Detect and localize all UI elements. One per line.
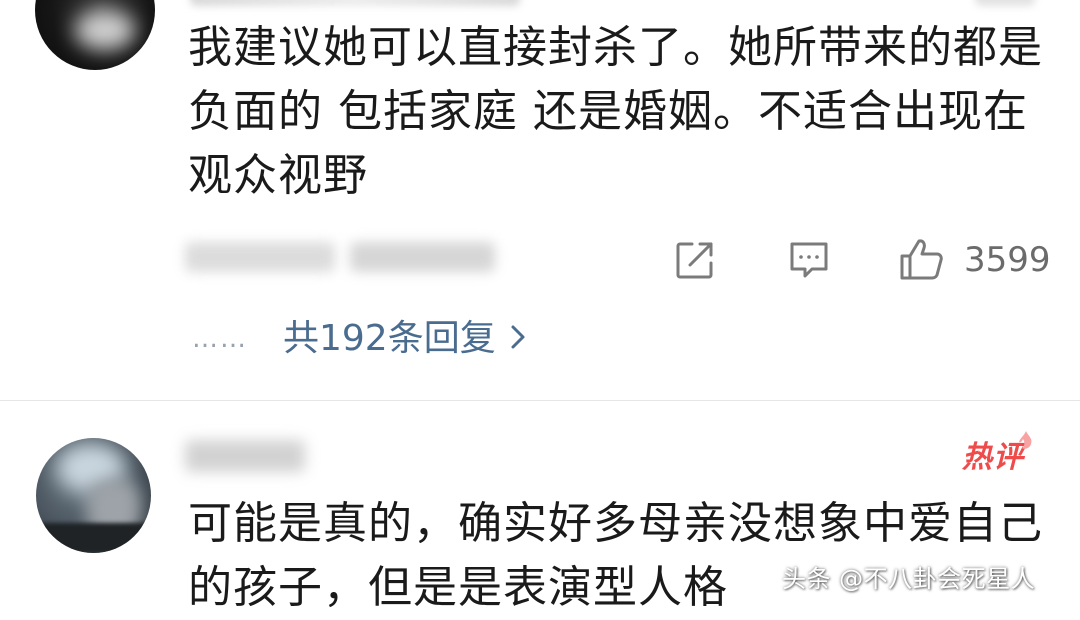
chevron-right-icon <box>510 315 526 363</box>
like-icon[interactable] <box>898 236 943 280</box>
reply-thread-dots: …… <box>192 324 248 354</box>
comment-line: 我建议她可以直接封杀了。她所带来的都是 <box>188 22 1043 73</box>
flame-icon <box>1016 430 1036 452</box>
comment-icon[interactable] <box>788 239 830 281</box>
like-count: 3599 <box>964 240 1051 280</box>
comment-text: 可能是真的，确实好多母亲没想象中爱自己 的孩子，但是是表演型人格 <box>188 492 1068 620</box>
commenter-avatar[interactable] <box>36 438 151 553</box>
comment-time-redacted <box>185 242 335 272</box>
source-watermark: 头条 @不八卦会死星人 <box>782 565 1036 593</box>
view-replies-link[interactable]: 共192条回复 <box>283 315 526 363</box>
comment-text: 我建议她可以直接封杀了。她所带来的都是 负面的 包括家庭 还是婚姻。不适合出现在… <box>188 16 1068 208</box>
share-icon[interactable] <box>674 239 716 281</box>
commenter-avatar[interactable] <box>35 0 155 70</box>
comment-divider <box>0 400 1080 401</box>
redacted-area <box>975 0 1035 6</box>
comment-line: 可能是真的，确实好多母亲没想象中爱自己 <box>188 498 1043 549</box>
commenter-username-redacted <box>185 440 305 472</box>
hot-comment-badge: 热评 <box>962 440 1024 475</box>
comment-line: 负面的 包括家庭 还是婚姻。不适合出现在 <box>188 86 1028 137</box>
commenter-username-redacted <box>190 0 520 6</box>
comment-line: 观众视野 <box>188 150 368 201</box>
view-replies-label: 共192条回复 <box>283 318 496 359</box>
comment-location-redacted <box>350 242 495 272</box>
